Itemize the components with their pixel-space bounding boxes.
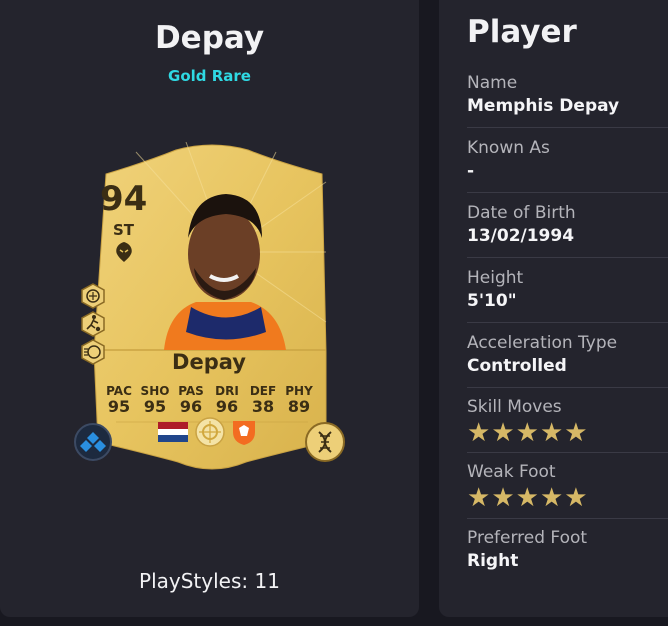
star-icon: ★	[515, 418, 539, 448]
star-icon: ★	[539, 483, 564, 513]
stat-label: PAC	[106, 384, 132, 398]
info-value: Memphis Depay	[467, 96, 620, 116]
stat-label: DRI	[215, 384, 239, 398]
info-height: Height 5'10"	[467, 267, 668, 313]
stat-value: 96	[215, 397, 239, 416]
divider	[467, 518, 668, 519]
stat-dri: DRI 96	[212, 384, 242, 416]
info-label: Skill Moves	[467, 397, 562, 417]
stat-label: SHO	[140, 384, 170, 398]
info-date-of-birth: Date of Birth 13/02/1994	[467, 202, 668, 248]
section-title: Player	[467, 14, 577, 50]
info-skill-moves: Skill Moves ★ ★ ★ ★ ★	[467, 396, 668, 446]
stat-pac: PAC 95	[104, 384, 134, 416]
stat-value: 89	[287, 397, 311, 416]
info-value: Right	[467, 551, 519, 571]
info-label: Name	[467, 73, 518, 93]
card-rarity: Gold Rare	[168, 67, 251, 85]
chemistry-style-icon[interactable]	[304, 421, 346, 463]
divider	[467, 192, 668, 193]
club-crest-icon	[233, 421, 255, 445]
info-acceleration-type: Acceleration Type Controlled	[467, 332, 668, 378]
playstyle-shooting-icon	[81, 283, 105, 309]
divider	[467, 257, 668, 258]
star-icon: ★	[467, 483, 491, 513]
info-label: Height	[467, 268, 524, 288]
star-icon: ★	[491, 483, 515, 513]
divider	[467, 387, 668, 388]
stat-phy: PHY 89	[284, 384, 314, 416]
info-weak-foot: Weak Foot ★ ★ ★ ★ ★	[467, 461, 668, 511]
info-label: Known As	[467, 138, 550, 158]
cobra-icon	[116, 242, 132, 262]
info-label: Date of Birth	[467, 203, 576, 223]
star-icon: ★	[564, 418, 588, 448]
playstyles-count: PlayStyles: 11	[139, 569, 280, 593]
stat-label: PAS	[178, 384, 204, 398]
player-card: 94 ST Depay PAC 95 SHO 95 PAS 96 DRI 96 DEF 3…	[74, 142, 348, 478]
position-label: ST	[113, 221, 135, 239]
stat-label: PHY	[285, 384, 313, 398]
star-icon: ★	[539, 418, 564, 448]
stats-row: PAC 95 SHO 95 PAS 96 DRI 96 DEF 38 PHY 89	[104, 384, 314, 416]
stat-value: 95	[107, 397, 131, 416]
info-value: 13/02/1994	[467, 226, 575, 246]
stat-value: 38	[251, 397, 275, 416]
info-label: Weak Foot	[467, 462, 556, 482]
info-label: Acceleration Type	[467, 333, 618, 353]
info-name: Name Memphis Depay	[467, 72, 668, 118]
info-known-as: Known As -	[467, 137, 668, 183]
info-label: Preferred Foot	[467, 528, 588, 548]
divider	[467, 322, 668, 323]
stat-def: DEF 38	[248, 384, 278, 416]
weak-foot-stars: ★ ★ ★ ★ ★	[467, 485, 668, 511]
stat-sho: SHO 95	[140, 384, 170, 416]
overall-rating: 94	[100, 179, 148, 219]
stat-value: 95	[143, 397, 167, 416]
player-title: Depay	[154, 20, 265, 56]
stat-label: DEF	[249, 384, 277, 398]
card-player-name: Depay	[172, 350, 246, 374]
league-badge-icon	[195, 417, 225, 447]
evolution-icon	[74, 423, 112, 461]
stat-value: 96	[179, 397, 203, 416]
star-icon: ★	[564, 483, 588, 513]
star-icon: ★	[515, 483, 539, 513]
info-value: -	[467, 161, 475, 181]
info-value: 5'10"	[467, 291, 517, 311]
netherlands-flag-icon	[158, 422, 188, 442]
star-icon: ★	[467, 418, 491, 448]
divider	[467, 127, 668, 128]
star-icon: ★	[491, 418, 515, 448]
stat-pas: PAS 96	[176, 384, 206, 416]
skill-moves-stars: ★ ★ ★ ★ ★	[467, 420, 668, 446]
divider	[467, 452, 668, 453]
playstyle-dribbling-icon	[81, 311, 105, 337]
info-value: Controlled	[467, 356, 567, 376]
info-preferred-foot: Preferred Foot Right	[467, 527, 668, 573]
